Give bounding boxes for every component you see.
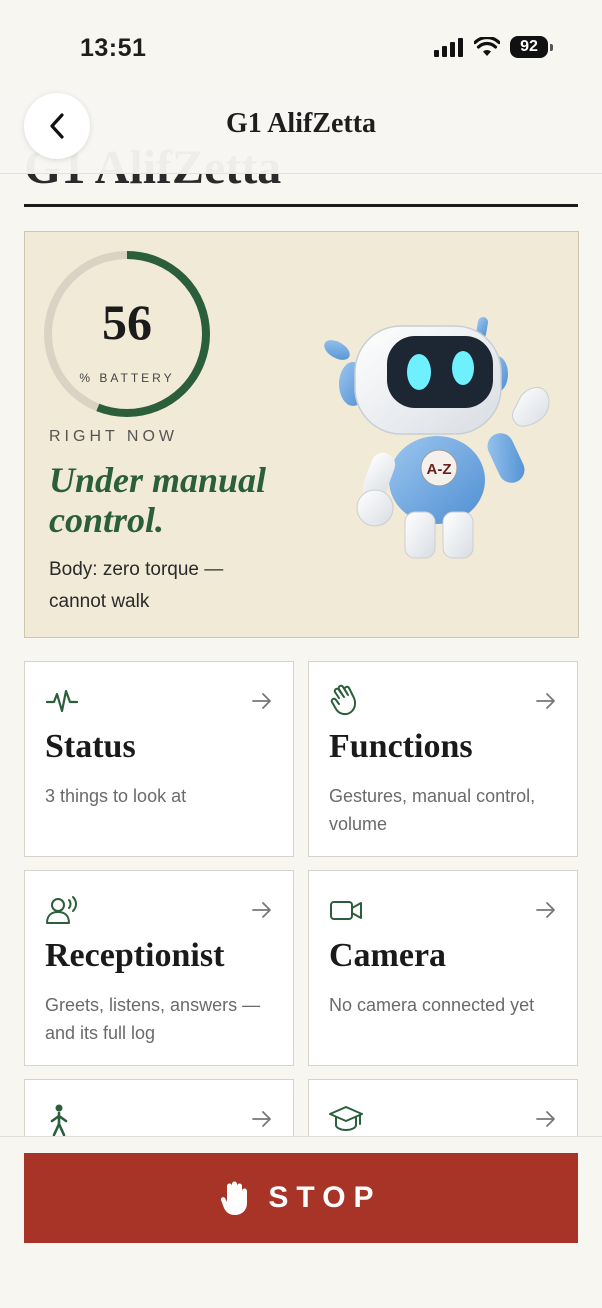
- tile-title: Functions: [329, 728, 473, 765]
- tile-description: Greets, listens, answers — and its full …: [45, 995, 261, 1043]
- emergency-stop-bar: STOP: [0, 1136, 602, 1308]
- right-now-label: RIGHT NOW: [49, 428, 179, 445]
- tile-title: Camera: [329, 937, 447, 974]
- state-subtitle: Body: zero torque — cannot walk: [49, 559, 224, 612]
- status-bar: 13:51 92: [0, 0, 602, 90]
- cellular-signal-icon: [434, 38, 463, 57]
- pulse-icon: [45, 689, 79, 713]
- title-divider: [24, 204, 578, 207]
- state-title: Under manual control.: [49, 460, 267, 540]
- status-icons: 92: [434, 36, 553, 58]
- battery-indicator: 92: [510, 36, 553, 58]
- robot-mascot-illustration: A-Z: [324, 317, 550, 559]
- tile-camera[interactable]: Camera No camera connected yet: [308, 870, 578, 1066]
- robot-badge-text: A-Z: [427, 461, 452, 478]
- tile-status[interactable]: Status 3 things to look at: [24, 661, 294, 857]
- stop-label: STOP: [268, 1181, 382, 1214]
- video-camera-icon: [330, 901, 362, 920]
- graduation-cap-icon: [329, 1106, 363, 1132]
- arrow-right-icon: [536, 693, 555, 709]
- hand-stop-icon: [221, 1181, 248, 1215]
- robot-status-card: 56 % BATTERY RIGHT NOW Under manual cont…: [24, 231, 579, 638]
- battery-ring: 56 % BATTERY: [42, 249, 212, 419]
- tile-description: Gestures, manual control, volume: [329, 786, 536, 834]
- arrow-right-icon: [252, 693, 271, 709]
- wifi-icon: [474, 37, 500, 56]
- tile-receptionist[interactable]: Receptionist Greets, listens, answers — …: [24, 870, 294, 1066]
- hand-wave-icon: [330, 684, 357, 716]
- tile-functions[interactable]: Functions Gestures, manual control, volu…: [308, 661, 578, 857]
- speaking-person-icon: [46, 896, 77, 924]
- arrow-right-icon: [252, 1111, 271, 1127]
- stop-button[interactable]: STOP: [24, 1153, 578, 1243]
- battery-percent: 56: [102, 294, 152, 350]
- arrow-right-icon: [536, 1111, 555, 1127]
- tile-title: Status: [45, 728, 136, 765]
- tile-title: Receptionist: [45, 937, 225, 974]
- arrow-right-icon: [536, 902, 555, 918]
- nav-bar: G1 AlifZetta: [0, 90, 602, 174]
- nav-title: G1 AlifZetta: [225, 108, 377, 139]
- battery-label: % BATTERY: [79, 371, 175, 385]
- walking-person-icon: [50, 1104, 68, 1136]
- tile-description: 3 things to look at: [45, 786, 187, 806]
- clock: 13:51: [80, 34, 147, 62]
- tile-description: No camera connected yet: [329, 995, 535, 1015]
- arrow-right-icon: [252, 902, 271, 918]
